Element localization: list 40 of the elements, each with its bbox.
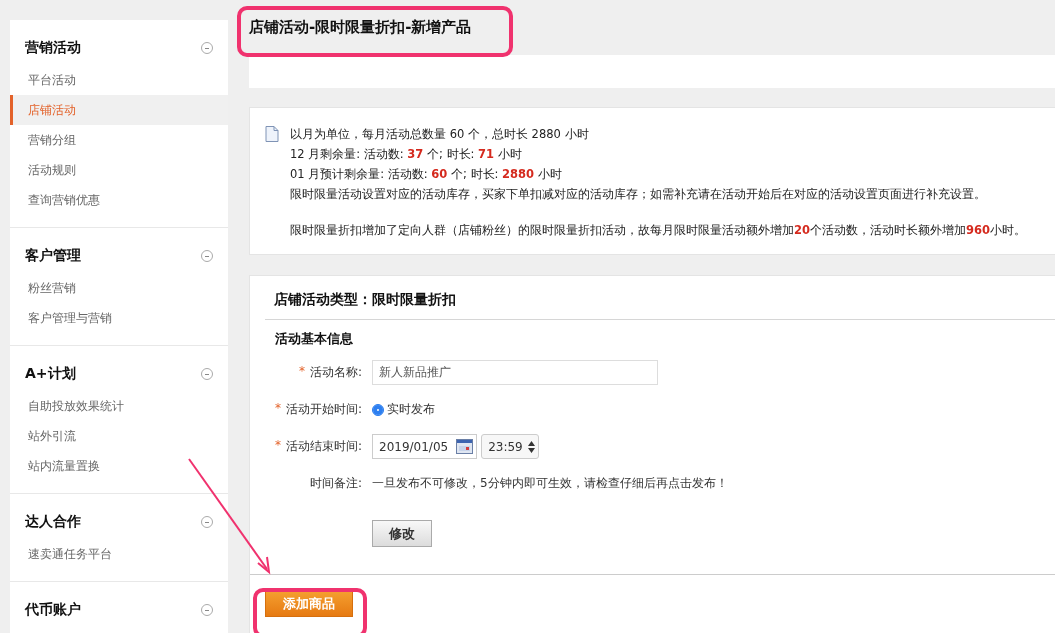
document-icon xyxy=(265,126,279,142)
form-title: 店铺活动类型：限时限量折扣 xyxy=(265,276,1055,320)
sidebar-item[interactable]: 站内流量置换 xyxy=(10,451,228,481)
note-text: 一旦发布不可修改，5分钟内即可生效，请检查仔细后再点击发布！ xyxy=(372,475,728,492)
date-field[interactable]: 2019/01/05 xyxy=(372,434,478,459)
edit-button[interactable]: 修改 xyxy=(372,520,432,547)
radio-label[interactable]: 实时发布 xyxy=(387,401,435,418)
section-title: 达人合作 xyxy=(25,513,81,531)
field-label: 活动开始时间: xyxy=(285,401,362,418)
spinner-arrows-icon[interactable] xyxy=(527,440,535,453)
field-label: 活动结束时间: xyxy=(285,438,362,455)
sidebar-item[interactable]: 查询营销优惠 xyxy=(10,185,228,215)
sidebar-item[interactable]: 活动规则 xyxy=(10,155,228,185)
notice-text: 限时限量活动设置对应的活动库存，买家下单扣减对应的活动库存；如需补充请在活动开始后在对应的活动设置页面进行补充设置。 xyxy=(290,186,987,203)
sidebar-item[interactable]: 平台活动 xyxy=(10,65,228,95)
calendar-icon[interactable] xyxy=(456,439,474,454)
notice-text: 以月为单位，每月活动总数量 60 个，总时长 2880 小时 xyxy=(290,126,590,143)
required-mark: * xyxy=(298,364,305,380)
section-heading: 活动基本信息 xyxy=(274,330,354,348)
sidebar-item[interactable]: 站外引流 xyxy=(10,421,228,451)
sidebar-item[interactable]: 速卖通任务平台 xyxy=(10,539,228,569)
sidebar-item[interactable]: 自助投放效果统计 xyxy=(10,391,228,421)
page-title: 店铺活动-限时限量折扣-新增产品 xyxy=(249,17,472,37)
section-title: A+计划 xyxy=(25,365,76,383)
sidebar-item[interactable]: 客户管理与营销 xyxy=(10,303,228,333)
notice-text: 限时限量折扣增加了定向人群（店铺粉丝）的限时限量折扣活动，故每月限时限量活动额外增加20个活动数，活动时长额外增加960小时。 xyxy=(290,222,1027,239)
field-label: 活动名称: xyxy=(309,364,362,381)
notice-text: 12 月剩余量: 活动数: 37 个; 时长: 71 小时 xyxy=(290,146,523,163)
sidebar-item[interactable]: 粉丝营销 xyxy=(10,273,228,303)
input-field[interactable]: 新人新品推广 xyxy=(372,360,658,385)
radio-button[interactable] xyxy=(372,403,384,416)
field-label: 时间备注: xyxy=(309,475,362,492)
section-title: 代币账户 xyxy=(25,601,81,619)
time-spinner[interactable]: 23:59 xyxy=(481,434,539,459)
required-mark: * xyxy=(274,438,281,454)
section-title: 客户管理 xyxy=(25,247,81,265)
notice-text: 01 月预计剩余量: 活动数: 60 个; 时长: 2880 小时 xyxy=(290,166,563,183)
required-mark: * xyxy=(274,401,281,417)
section-title: 营销活动 xyxy=(25,39,81,57)
sidebar-item[interactable]: 营销分组 xyxy=(10,125,228,155)
